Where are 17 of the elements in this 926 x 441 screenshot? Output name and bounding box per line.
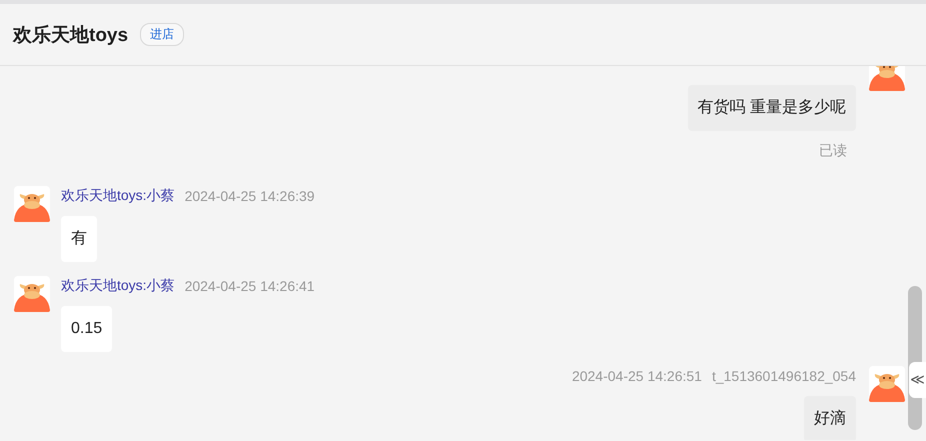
message-time: 2024-04-25 14:26:39 [184, 188, 315, 204]
read-status: 已读 [819, 142, 847, 160]
message-bubble: 0.15 [61, 306, 112, 352]
message-bubble: 有 [61, 216, 97, 262]
visit-shop-button[interactable]: 进店 [140, 23, 184, 46]
shop-title: 欢乐天地toys [13, 24, 128, 48]
user-id: t_1513601496182_054 [712, 368, 856, 384]
bull-avatar-icon [14, 186, 50, 222]
sender-name: 欢乐天地toys:小蔡 [61, 187, 175, 205]
message-time: 2024-04-25 14:26:51 [572, 368, 702, 384]
bull-avatar-icon [869, 366, 905, 402]
message-time: 2024-04-25 14:26:41 [184, 278, 315, 294]
bull-avatar-icon [14, 276, 50, 312]
message-bubble: 好滴 [804, 396, 856, 440]
sender-name: 欢乐天地toys:小蔡 [61, 277, 175, 295]
message-bubble: 有货吗 重量是多少呢 [688, 85, 856, 131]
collapse-button[interactable]: ≪ [909, 362, 926, 398]
